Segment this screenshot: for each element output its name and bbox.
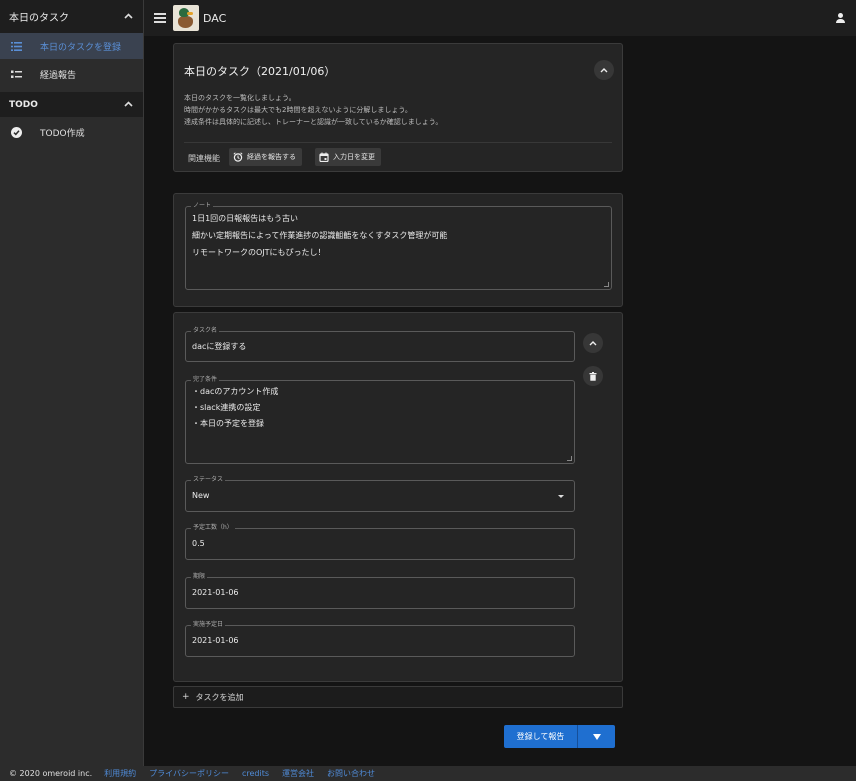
chip-label: 経過を報告する xyxy=(247,153,296,161)
description-line: 本日のタスクを一覧化しましょう。 xyxy=(184,94,296,102)
change-date-button[interactable]: 入力日を変更 xyxy=(315,148,381,166)
condition-line: ・slack連携の設定 xyxy=(192,403,261,412)
condition-content: ・dacのアカウント作成 ・slack連携の設定 ・本日の予定を登録 xyxy=(192,384,278,432)
footer: © 2020 omeroid inc. 利用規約 プライバシーポリシー cred… xyxy=(0,766,856,781)
chevron-up-icon xyxy=(124,100,133,110)
task-name-field[interactable]: タスク名 dacに登録する xyxy=(185,327,575,362)
sidebar-section-label: TODO xyxy=(9,99,38,110)
sidebar-section-label: 本日のタスク xyxy=(9,13,69,24)
list-icon xyxy=(10,40,22,52)
report-progress-button[interactable]: 経過を報告する xyxy=(229,148,302,166)
collapse-task-button[interactable] xyxy=(583,333,603,353)
register-and-report-button[interactable]: 登録して報告 xyxy=(504,725,577,748)
footer-link-contact[interactable]: お問い合わせ xyxy=(327,768,375,779)
planned-date-field[interactable]: 実施予定日 2021-01-06 xyxy=(185,621,575,657)
triangle-down-icon xyxy=(592,733,601,740)
field-label: 予定工数（h） xyxy=(191,524,235,532)
chevron-up-icon xyxy=(600,67,608,72)
sidebar-item-label: TODO作成 xyxy=(40,128,85,139)
field-label: ノート xyxy=(191,202,214,210)
field-label: ステータス xyxy=(191,476,226,484)
estimate-value: 0.5 xyxy=(192,539,205,548)
alarm-clock-icon xyxy=(233,152,243,162)
field-label: 実施予定日 xyxy=(191,621,226,629)
sidebar-section-today[interactable]: 本日のタスク xyxy=(0,0,143,33)
top-app-bar: DAC xyxy=(144,0,856,36)
task-name-value: dacに登録する xyxy=(192,342,247,351)
copyright: © 2020 omeroid inc. xyxy=(9,769,93,778)
delete-task-button[interactable] xyxy=(583,366,603,386)
trash-icon xyxy=(589,371,597,381)
field-label: 完了条件 xyxy=(191,376,220,384)
app-title: DAC xyxy=(203,11,227,25)
add-task-label: タスクを追加 xyxy=(195,692,244,702)
condition-line: ・dacのアカウント作成 xyxy=(192,387,279,396)
calendar-icon xyxy=(319,152,329,162)
resize-handle[interactable] xyxy=(604,282,609,287)
sidebar-item-label: 本日のタスクを登録 xyxy=(40,42,122,53)
today-task-info-card: 本日のタスク（2021/01/06） 本日のタスクを一覧化しましょう。 時間がか… xyxy=(173,43,623,172)
duck-logo[interactable] xyxy=(173,5,199,31)
note-content: 1日1回の日報報告はもう古い 細かい定期報告によって作業進捗の認識齟齬をなくすタ… xyxy=(192,210,447,261)
chevron-up-icon xyxy=(124,11,133,22)
divider xyxy=(184,142,612,143)
resize-handle[interactable] xyxy=(567,456,572,461)
dropdown-arrow-icon xyxy=(558,495,564,498)
description: 本日のタスクを一覧化しましょう。 時間がかかるタスクは最大でも2時間を超えないよ… xyxy=(184,92,442,128)
chip-label: 入力日を変更 xyxy=(333,153,375,161)
check-circle-icon xyxy=(10,126,22,138)
sidebar-section-todo[interactable]: TODO xyxy=(0,92,143,117)
field-label: 期限 xyxy=(191,573,208,581)
sidebar-item-register-today[interactable]: 本日のタスクを登録 xyxy=(0,33,143,59)
planned-date-value: 2021-01-06 xyxy=(192,636,239,645)
related-label: 関連機能 xyxy=(188,154,220,163)
status-select[interactable]: ステータス New xyxy=(185,476,575,512)
sidebar-item-label: 経過報告 xyxy=(40,70,77,81)
add-task-button[interactable]: + タスクを追加 xyxy=(173,686,623,708)
note-line: 1日1回の日報報告はもう古い xyxy=(192,214,298,223)
note-line: 細かい定期報告によって作業進捗の認識齟齬をなくすタスク管理が可能 xyxy=(192,231,448,240)
deadline-value: 2021-01-06 xyxy=(192,588,239,597)
footer-link-terms[interactable]: 利用規約 xyxy=(104,768,136,779)
chevron-up-icon xyxy=(589,340,597,345)
submit-options-button[interactable] xyxy=(577,725,615,748)
plus-icon: + xyxy=(182,692,190,702)
collapse-button[interactable] xyxy=(594,60,614,80)
note-card: ノート 1日1回の日報報告はもう古い 細かい定期報告によって作業進捗の認識齟齬を… xyxy=(173,193,623,307)
footer-link-company[interactable]: 運営会社 xyxy=(282,768,314,779)
field-label: タスク名 xyxy=(191,327,220,335)
footer-link-credits[interactable]: credits xyxy=(242,769,269,778)
description-line: 達成条件は具体的に記述し、トレーナーと認識が一致しているか確認しましょう。 xyxy=(184,118,443,126)
submit-button-group: 登録して報告 xyxy=(504,725,615,748)
status-value: New xyxy=(192,491,210,500)
completion-condition-field[interactable]: 完了条件 ・dacのアカウント作成 ・slack連携の設定 ・本日の予定を登録 xyxy=(185,376,575,464)
sidebar: 本日のタスク 本日のタスクを登録 経過報告 TODO TODO作成 xyxy=(0,0,144,766)
description-line: 時間がかかるタスクは最大でも2時間を超えないように分解しましょう。 xyxy=(184,106,412,114)
sidebar-item-todo-create[interactable]: TODO作成 xyxy=(0,117,143,147)
person-icon[interactable] xyxy=(835,13,845,23)
page-title: 本日のタスク（2021/01/06） xyxy=(184,65,336,78)
note-line: リモートワークのOJTにもぴったし！ xyxy=(192,248,326,257)
deadline-field[interactable]: 期限 2021-01-06 xyxy=(185,573,575,609)
task-card: タスク名 dacに登録する 完了条件 ・dacのアカウント作成 ・slack連携… xyxy=(173,312,623,682)
checklist-icon xyxy=(10,68,22,80)
estimate-hours-field[interactable]: 予定工数（h） 0.5 xyxy=(185,524,575,560)
footer-link-privacy[interactable]: プライバシーポリシー xyxy=(149,768,229,779)
sidebar-item-progress-report[interactable]: 経過報告 xyxy=(0,59,143,89)
condition-line: ・本日の予定を登録 xyxy=(192,419,264,428)
menu-icon[interactable] xyxy=(154,11,166,26)
note-textarea[interactable]: ノート 1日1回の日報報告はもう古い 細かい定期報告によって作業進捗の認識齟齬を… xyxy=(185,202,612,290)
